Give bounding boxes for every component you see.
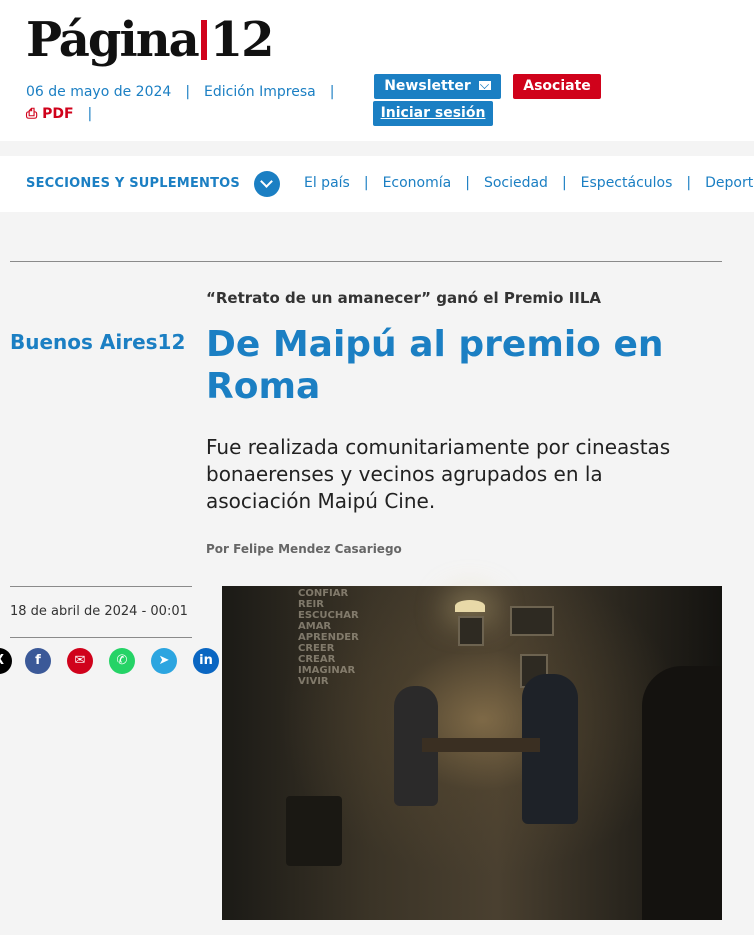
share-whatsapp-icon[interactable]: ✆ (109, 648, 135, 674)
nav-link-deportes[interactable]: Deportes (705, 175, 754, 191)
share-facebook-icon[interactable]: f (25, 648, 51, 674)
nav-link-el-pais[interactable]: El país (304, 175, 350, 191)
article-byline: Por Felipe Mendez Casariego (206, 542, 402, 556)
wall-word: ESCUCHAR (298, 610, 359, 621)
asociate-button[interactable]: Asociate (513, 74, 601, 99)
newsletter-button[interactable]: Newsletter (374, 74, 501, 99)
photo-table (422, 738, 540, 752)
photo-barrel (286, 796, 342, 866)
pdf-label: PDF (42, 106, 74, 122)
photo-frame (458, 616, 484, 646)
wall-word: VIVIR (298, 676, 329, 687)
wall-word: CREAR (298, 654, 336, 665)
login-label: Iniciar sesión (380, 105, 486, 121)
article-date: 18 de abril de 2024 - 00:01 (10, 604, 188, 619)
photo-frame (510, 606, 554, 636)
share-email-icon[interactable]: ✉ (67, 648, 93, 674)
wall-word: CONFIAR (298, 588, 349, 599)
separator: | (363, 175, 369, 191)
nav-links: El país | Economía | Sociedad | Espectáculos | D… (304, 175, 754, 191)
section-link[interactable]: Buenos Aires12 (10, 330, 185, 354)
logo-number: 12 (209, 12, 275, 68)
article-kicker: “Retrato de un amanecer” ganó el Premio … (206, 289, 602, 307)
separator: | (87, 106, 93, 122)
envelope-icon (478, 81, 491, 90)
wall-word: IMAGINAR (298, 665, 356, 676)
pdf-row: ⎙ PDF | (26, 106, 92, 122)
sections-nav: SECCIONES Y SUPLEMENTOS El país | Economía… (0, 156, 754, 212)
asociate-label: Asociate (523, 78, 591, 94)
pdf-icon: ⎙ (26, 106, 43, 122)
separator: | (329, 84, 335, 100)
article-title: De Maipú al premio en Roma (206, 324, 664, 407)
login-button[interactable]: Iniciar sesión (373, 101, 493, 126)
separator: | (686, 175, 692, 191)
share-linkedin-icon[interactable]: in (193, 648, 219, 674)
divider (10, 586, 192, 587)
chevron-down-icon[interactable] (254, 171, 280, 197)
sections-title[interactable]: SECCIONES Y SUPLEMENTOS (26, 176, 240, 191)
wall-word: CREER (298, 643, 335, 654)
share-telegram-icon[interactable]: ➤ (151, 648, 177, 674)
newsletter-label: Newsletter (384, 78, 471, 94)
photo-lamp (455, 600, 485, 612)
divider (10, 637, 192, 638)
site-header: Página 12 06 de mayo de 2024 | Edición Impr… (0, 0, 754, 141)
divider (10, 261, 722, 262)
edition-meta: 06 de mayo de 2024 | Edición Impresa | (26, 84, 348, 100)
share-x-icon[interactable]: X (0, 648, 12, 674)
nav-link-sociedad[interactable]: Sociedad (484, 175, 548, 191)
edition-link[interactable]: Edición Impresa (204, 84, 316, 100)
wall-word: AMAR (298, 621, 332, 632)
photo-person (642, 666, 722, 920)
wall-word: APRENDER (298, 632, 359, 643)
pdf-link[interactable]: ⎙ PDF (26, 106, 74, 122)
separator: | (185, 84, 191, 100)
photo-wall-text: CONFIAR REIR ESCUCHAR AMAR APRENDER CREE… (298, 588, 359, 687)
logo-text: Página (26, 12, 200, 68)
article-summary: Fue realizada comunitariamente por cinea… (206, 435, 671, 513)
separator: | (465, 175, 470, 191)
wall-word: REIR (298, 599, 324, 610)
site-logo[interactable]: Página 12 (26, 10, 275, 70)
article-photo: CONFIAR REIR ESCUCHAR AMAR APRENDER CREE… (222, 586, 722, 920)
nav-link-economia[interactable]: Economía (383, 175, 452, 191)
current-date: 06 de mayo de 2024 (26, 84, 172, 100)
nav-link-espectaculos[interactable]: Espectáculos (581, 175, 673, 191)
separator: | (561, 175, 567, 191)
logo-bar (200, 20, 207, 60)
